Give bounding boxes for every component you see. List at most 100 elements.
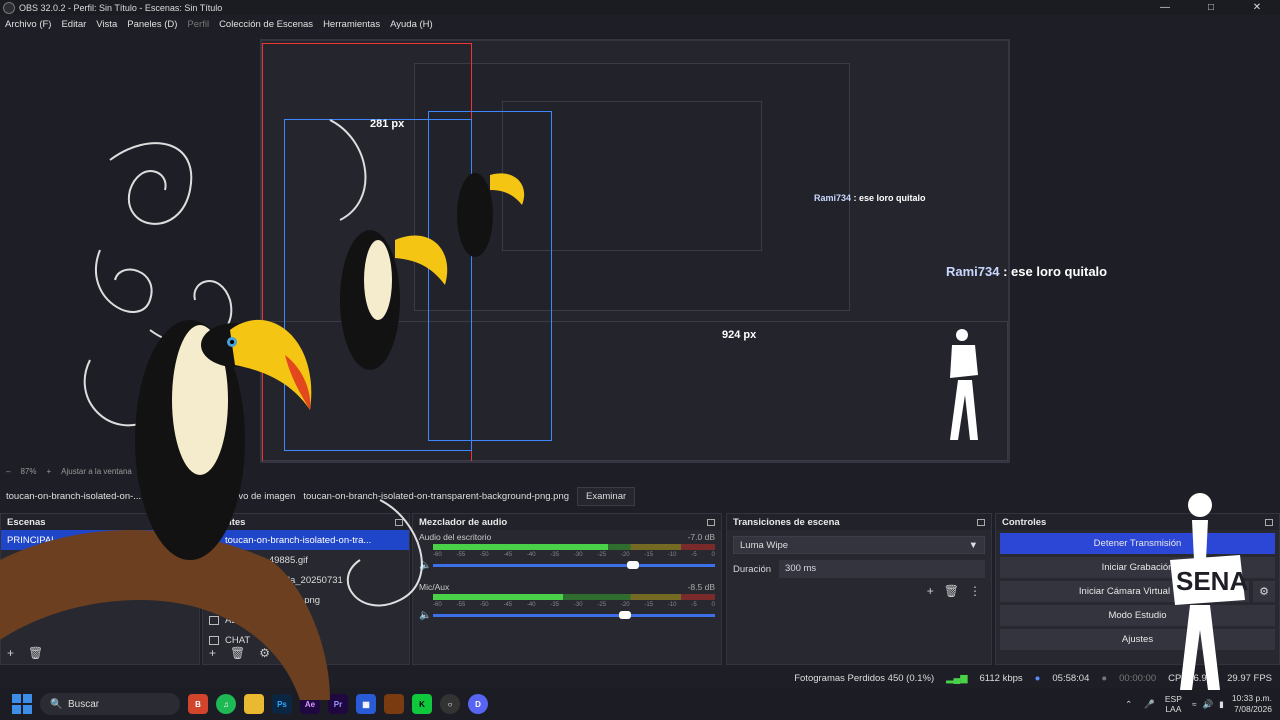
- scene-item[interactable]: PRINCIPAL: [1, 530, 199, 550]
- taskbar-search[interactable]: 🔍 Buscar: [40, 693, 180, 715]
- scenes-header: Escenas: [1, 514, 199, 530]
- volume-slider[interactable]: [433, 561, 715, 569]
- image-icon: [209, 555, 219, 565]
- menu-editar[interactable]: Editar: [61, 19, 86, 30]
- volume-knob[interactable]: [618, 611, 631, 619]
- volume-knob[interactable]: [627, 561, 640, 569]
- menu-perfil[interactable]: Perfil: [187, 19, 209, 30]
- store-icon[interactable]: ▦: [356, 694, 376, 714]
- undock-icon[interactable]: [185, 518, 193, 526]
- zoom-in-button[interactable]: +: [46, 467, 51, 476]
- volume-slider[interactable]: [433, 611, 715, 619]
- kick-icon[interactable]: K: [412, 694, 432, 714]
- start-vcam-button[interactable]: Iniciar Cámara Virtual: [1000, 581, 1249, 602]
- undock-icon[interactable]: [1265, 518, 1273, 526]
- after-effects-icon[interactable]: Ae: [300, 694, 320, 714]
- studio-mode-button[interactable]: Modo Estudio: [1000, 605, 1275, 626]
- more-icon[interactable]: ⋮: [969, 584, 981, 598]
- menu-ayuda[interactable]: Ayuda (H): [390, 19, 433, 30]
- menu-paneles[interactable]: Paneles (D): [127, 19, 177, 30]
- app-icon[interactable]: [384, 694, 404, 714]
- source-item[interactable]: fdeifmak...49885.gif: [203, 550, 409, 570]
- sources-title: Fuentes: [209, 516, 246, 528]
- chat-user: Rami734: [814, 193, 852, 203]
- maximize-icon[interactable]: □: [1188, 0, 1234, 15]
- menu-coleccion[interactable]: Colección de Escenas: [219, 19, 313, 30]
- photoshop-icon[interactable]: Ps: [272, 694, 292, 714]
- chat-message: : ese loro quitalo: [851, 193, 926, 203]
- dropped-frames: Fotogramas Perdidos 450 (0.1%): [794, 672, 935, 684]
- undock-icon[interactable]: [977, 518, 985, 526]
- browse-button[interactable]: Examinar: [577, 486, 636, 506]
- volume-icon[interactable]: 🔊: [1203, 699, 1214, 710]
- source-settings-icon[interactable]: ⚙: [259, 646, 270, 660]
- lang-layout: LAA: [1165, 704, 1182, 714]
- source-item[interactable]: ALERTAS: [203, 610, 409, 630]
- meter-tick: -35: [550, 552, 560, 558]
- remove-transition-icon[interactable]: 🗑: [944, 584, 959, 598]
- zoom-out-button[interactable]: –: [6, 467, 10, 476]
- speaker-icon[interactable]: 🔈: [419, 560, 431, 571]
- channel-db: -7.0 dB: [687, 532, 715, 542]
- add-transition-icon[interactable]: +: [927, 584, 934, 598]
- undock-icon[interactable]: [707, 518, 715, 526]
- obs-taskbar-icon[interactable]: ○: [440, 694, 460, 714]
- discord-icon[interactable]: D: [468, 694, 488, 714]
- settings-button[interactable]: Ajustes: [1000, 629, 1275, 650]
- fit-window-button[interactable]: Ajustar a la ventana: [61, 467, 132, 476]
- battery-icon[interactable]: ▮: [1219, 699, 1224, 710]
- undock-icon[interactable]: [395, 518, 403, 526]
- filters-button[interactable]: ◫ Filtros: [155, 486, 211, 506]
- source-toolbar: toucan-on-branch-isolated-on-... ◫ Filtr…: [0, 484, 1280, 508]
- meter-tick: -25: [597, 602, 607, 608]
- clock-time: 10:33 p.m.: [1231, 693, 1272, 703]
- spotify-icon[interactable]: ♫: [216, 694, 236, 714]
- height-label: 281 px: [370, 118, 405, 130]
- meter-tick: -10: [667, 602, 677, 608]
- meter-tick: 0: [711, 602, 715, 608]
- menu-vista[interactable]: Vista: [96, 19, 117, 30]
- selected-source-name: toucan-on-branch-isolated-on-...: [6, 490, 142, 502]
- stop-stream-button[interactable]: Detener Transmisión: [1000, 533, 1275, 554]
- minimize-icon[interactable]: —: [1142, 0, 1188, 15]
- remove-scene-icon[interactable]: 🗑: [28, 646, 43, 660]
- folder-icon[interactable]: [244, 694, 264, 714]
- menu-herramientas[interactable]: Herramientas: [323, 19, 380, 30]
- meter-tick: -45: [503, 552, 513, 558]
- duration-label: Duración: [733, 563, 772, 575]
- chat-line-small: Rami734 : ese loro quitalo: [814, 193, 926, 203]
- duration-input[interactable]: 300 ms: [779, 560, 985, 578]
- stream-time: 05:58:04: [1052, 672, 1090, 684]
- scenes-title: Escenas: [7, 516, 46, 528]
- add-source-icon[interactable]: +: [209, 646, 216, 660]
- meter-tick: -50: [479, 602, 489, 608]
- chevron-up-icon[interactable]: ⌃: [1125, 699, 1132, 710]
- add-scene-icon[interactable]: +: [7, 646, 14, 660]
- stream-icon: ●: [1034, 672, 1041, 684]
- preview-canvas[interactable]: 281 px 924 px Rami734 : ese loro quitalo…: [0, 33, 1280, 463]
- start-record-button[interactable]: Iniciar Grabación: [1000, 557, 1275, 578]
- meter-tick: -25: [597, 552, 607, 558]
- source-item[interactable]: ...movecg-preview.png: [203, 590, 409, 610]
- remove-source-icon[interactable]: 🗑: [230, 646, 245, 660]
- wifi-icon[interactable]: ≈: [1192, 699, 1197, 709]
- zoom-bar: – 87% + Ajustar a la ventana: [0, 463, 1280, 480]
- premiere-icon[interactable]: Pr: [328, 694, 348, 714]
- transition-select[interactable]: Luma Wipe ▼: [733, 536, 985, 554]
- brave-icon[interactable]: B: [188, 694, 208, 714]
- language-indicator[interactable]: ESP LAA: [1165, 694, 1182, 714]
- gear-icon[interactable]: ⚙: [1253, 581, 1275, 602]
- clock[interactable]: 10:33 p.m. 7/08/2026: [1232, 693, 1272, 715]
- scene-item[interactable]: Ya empezamos: [1, 570, 199, 590]
- channel-name: Mic/Aux: [419, 582, 450, 592]
- mic-icon[interactable]: 🎤: [1144, 699, 1155, 710]
- width-label: 924 px: [722, 329, 757, 341]
- speaker-icon[interactable]: 🔈: [419, 610, 431, 621]
- filters-label: Filtros: [175, 490, 202, 502]
- windows-start-icon[interactable]: [12, 694, 32, 714]
- source-item[interactable]: toucan-on-branch-isolated-on-tra...: [203, 530, 409, 550]
- close-icon[interactable]: ✕: [1234, 0, 1280, 15]
- scene-item[interactable]: ESPERA PAPU: [1, 550, 199, 570]
- source-item[interactable]: captura_pantalla_20250731: [203, 570, 409, 590]
- menu-archivo[interactable]: Archivo (F): [5, 19, 51, 30]
